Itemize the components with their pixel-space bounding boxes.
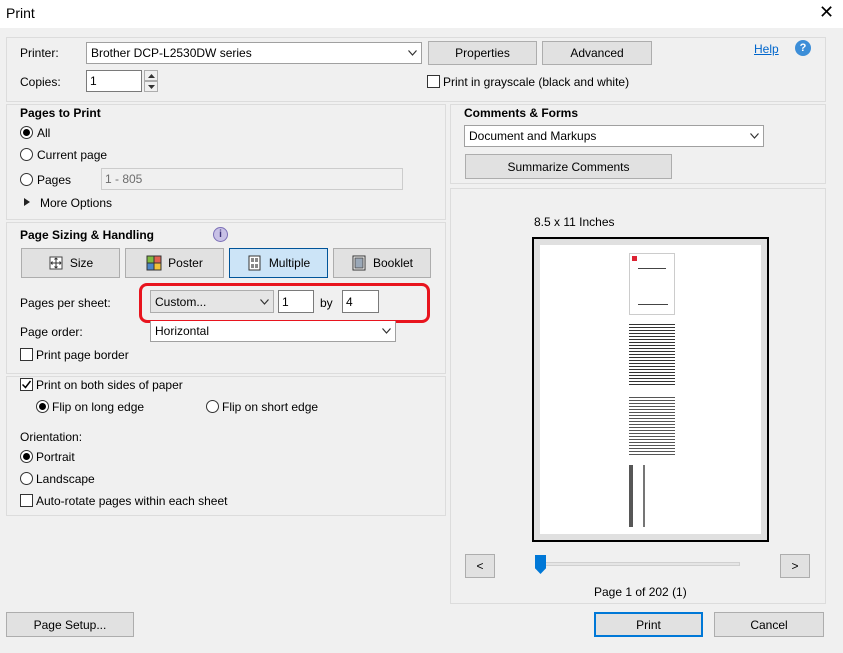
next-page-label: > <box>791 559 799 573</box>
title-bar <box>0 0 843 28</box>
both-sides-checkbox[interactable] <box>20 378 33 391</box>
booklet-icon <box>352 255 366 271</box>
advanced-label: Advanced <box>570 46 624 60</box>
tab-poster-label: Poster <box>168 256 203 270</box>
flip-long-edge-label: Flip on long edge <box>52 400 145 414</box>
preview-sheet-frame <box>532 237 769 542</box>
auto-rotate-checkbox[interactable] <box>20 494 33 507</box>
comments-forms-heading: Comments & Forms <box>464 106 579 120</box>
printer-select-value: Brother DCP-L2530DW series <box>91 46 252 60</box>
expand-triangle-icon[interactable] <box>24 198 30 206</box>
poster-icon <box>146 255 162 271</box>
tab-multiple[interactable]: Multiple <box>229 248 328 278</box>
printer-select[interactable]: Brother DCP-L2530DW series <box>86 42 422 64</box>
close-icon[interactable]: ✕ <box>819 3 834 21</box>
preview-page-thumbnail <box>629 395 675 457</box>
pages-range-label: Pages <box>37 173 72 187</box>
print-button[interactable]: Print <box>594 612 703 637</box>
comments-forms-select[interactable]: Document and Markups <box>464 125 764 147</box>
info-icon[interactable]: i <box>213 227 228 242</box>
page-setup-label: Page Setup... <box>33 617 107 632</box>
print-page-border-label: Print page border <box>36 348 129 362</box>
copies-up-button[interactable] <box>144 70 158 81</box>
paper-size-label: 8.5 x 11 Inches <box>534 215 615 229</box>
multiple-pages-icon <box>248 255 261 271</box>
copies-down-button[interactable] <box>144 81 158 92</box>
red-highlight-annotation <box>139 283 430 323</box>
orientation-heading: Orientation: <box>20 430 83 444</box>
preview-sheet <box>540 245 761 534</box>
page-info-label: Page 1 of 202 (1) <box>594 585 687 599</box>
chevron-down-icon <box>746 126 763 146</box>
grayscale-checkbox[interactable] <box>427 75 440 88</box>
checkmark-icon <box>22 380 31 389</box>
page-sizing-heading: Page Sizing & Handling <box>20 228 155 242</box>
auto-rotate-label: Auto-rotate pages within each sheet <box>36 494 228 508</box>
current-page-label: Current page <box>37 148 108 162</box>
tab-booklet-label: Booklet <box>372 256 414 270</box>
page-order-label: Page order: <box>20 325 83 339</box>
all-pages-radio[interactable] <box>20 126 33 139</box>
both-sides-label: Print on both sides of paper <box>36 378 183 392</box>
previous-page-button[interactable]: < <box>465 554 495 578</box>
portrait-label: Portrait <box>36 450 75 464</box>
copies-input[interactable]: 1 <box>86 70 142 92</box>
pages-per-sheet-label: Pages per sheet: <box>20 296 111 310</box>
grayscale-label: Print in grayscale (black and white) <box>443 75 630 89</box>
size-icon <box>49 256 63 270</box>
copies-label: Copies: <box>20 75 61 89</box>
printer-label: Printer: <box>20 46 59 60</box>
pages-range-input[interactable]: 1 - 805 <box>101 168 403 190</box>
tab-size[interactable]: Size <box>21 248 120 278</box>
advanced-button[interactable]: Advanced <box>542 41 652 65</box>
cancel-button[interactable]: Cancel <box>714 612 824 637</box>
page-order-value: Horizontal <box>155 324 210 338</box>
properties-label: Properties <box>455 46 510 60</box>
help-link[interactable]: Help <box>754 42 779 56</box>
more-options-label[interactable]: More Options <box>40 196 112 210</box>
chevron-down-icon <box>378 321 395 341</box>
comments-forms-value: Document and Markups <box>469 129 597 143</box>
summarize-comments-label: Summarize Comments <box>507 159 630 174</box>
pages-range-radio[interactable] <box>20 173 33 186</box>
help-icon[interactable]: ? <box>795 40 811 56</box>
next-page-button[interactable]: > <box>780 554 810 578</box>
properties-button[interactable]: Properties <box>428 41 537 65</box>
print-page-border-checkbox[interactable] <box>20 348 33 361</box>
tab-booklet[interactable]: Booklet <box>333 248 431 278</box>
landscape-radio[interactable] <box>20 472 33 485</box>
window-title: Print <box>6 5 35 21</box>
summarize-comments-button[interactable]: Summarize Comments <box>465 154 672 179</box>
print-label: Print <box>636 617 661 632</box>
landscape-label: Landscape <box>36 472 95 486</box>
flip-long-edge-radio[interactable] <box>36 400 49 413</box>
flip-short-edge-radio[interactable] <box>206 400 219 413</box>
pages-to-print-heading: Pages to Print <box>20 106 101 120</box>
all-pages-label: All <box>37 126 51 140</box>
current-page-radio[interactable] <box>20 148 33 161</box>
preview-page-thumbnail <box>629 465 675 527</box>
flip-short-edge-label: Flip on short edge <box>222 400 319 414</box>
page-setup-button[interactable]: Page Setup... <box>6 612 134 637</box>
cancel-label: Cancel <box>750 617 788 632</box>
previous-page-label: < <box>476 559 484 573</box>
tab-size-label: Size <box>69 256 94 270</box>
page-slider-track[interactable] <box>540 562 740 566</box>
page-order-select[interactable]: Horizontal <box>150 321 396 342</box>
portrait-radio[interactable] <box>20 450 33 463</box>
preview-page-thumbnail <box>629 323 675 385</box>
chevron-down-icon <box>404 43 421 63</box>
preview-page-thumbnail <box>629 253 675 315</box>
tab-multiple-label: Multiple <box>268 256 311 270</box>
tab-poster[interactable]: Poster <box>125 248 224 278</box>
